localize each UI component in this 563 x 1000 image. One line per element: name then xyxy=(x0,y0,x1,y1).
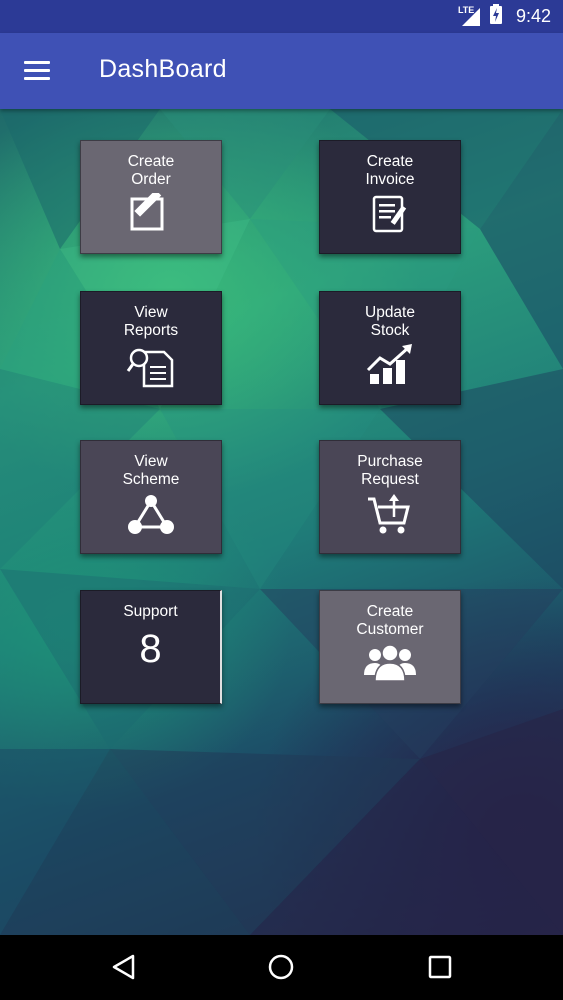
navigation-bar xyxy=(0,935,563,1000)
hamburger-icon xyxy=(24,61,50,64)
tile-label: Support xyxy=(123,603,178,620)
home-button[interactable] xyxy=(267,953,295,986)
back-icon xyxy=(112,954,135,980)
create-order-tile[interactable]: Create Order xyxy=(80,140,222,254)
cart-upload-icon xyxy=(368,494,410,534)
recents-icon xyxy=(428,955,452,979)
app-bar: DashBoard xyxy=(0,33,563,109)
support-count: 8 xyxy=(139,627,162,671)
tile-label: Create Customer xyxy=(356,603,424,638)
create-invoice-tile[interactable]: Create Invoice xyxy=(319,140,461,254)
view-scheme-tile[interactable]: View Scheme xyxy=(80,440,222,554)
clock: 9:42 xyxy=(515,6,551,26)
invoice-icon xyxy=(372,195,407,233)
recents-button[interactable] xyxy=(427,953,453,986)
tile-label: View Reports xyxy=(123,304,179,339)
support-tile[interactable]: Support 8 xyxy=(80,590,222,704)
tile-label: Purchase Request xyxy=(357,453,423,488)
home-icon xyxy=(268,954,294,980)
tile-label: Create Order xyxy=(127,153,175,188)
menu-button[interactable] xyxy=(24,61,52,83)
triangle-nodes-icon xyxy=(128,495,174,534)
report-search-icon xyxy=(126,348,174,388)
purchase-request-tile[interactable]: Purchase Request xyxy=(319,440,461,554)
tile-label: Update Stock xyxy=(365,304,415,339)
network-type: LTE xyxy=(457,4,475,15)
view-reports-tile[interactable]: View Reports xyxy=(80,291,222,405)
group-icon xyxy=(364,644,416,682)
signal-icon: LTE xyxy=(457,4,482,27)
battery-icon xyxy=(489,4,502,29)
tile-label: Create Invoice xyxy=(365,153,415,188)
tile-label: View Scheme xyxy=(122,453,180,488)
chart-up-icon xyxy=(366,344,412,384)
status-bar: LTE 9:42 xyxy=(0,0,563,33)
page-title: DashBoard xyxy=(99,55,227,83)
update-stock-tile[interactable]: Update Stock xyxy=(319,291,461,405)
create-customer-tile[interactable]: Create Customer xyxy=(319,590,461,704)
edit-icon xyxy=(130,193,164,231)
back-button[interactable] xyxy=(111,953,137,986)
dashboard-content: Create Order Create Invoice View Reports xyxy=(0,109,563,935)
